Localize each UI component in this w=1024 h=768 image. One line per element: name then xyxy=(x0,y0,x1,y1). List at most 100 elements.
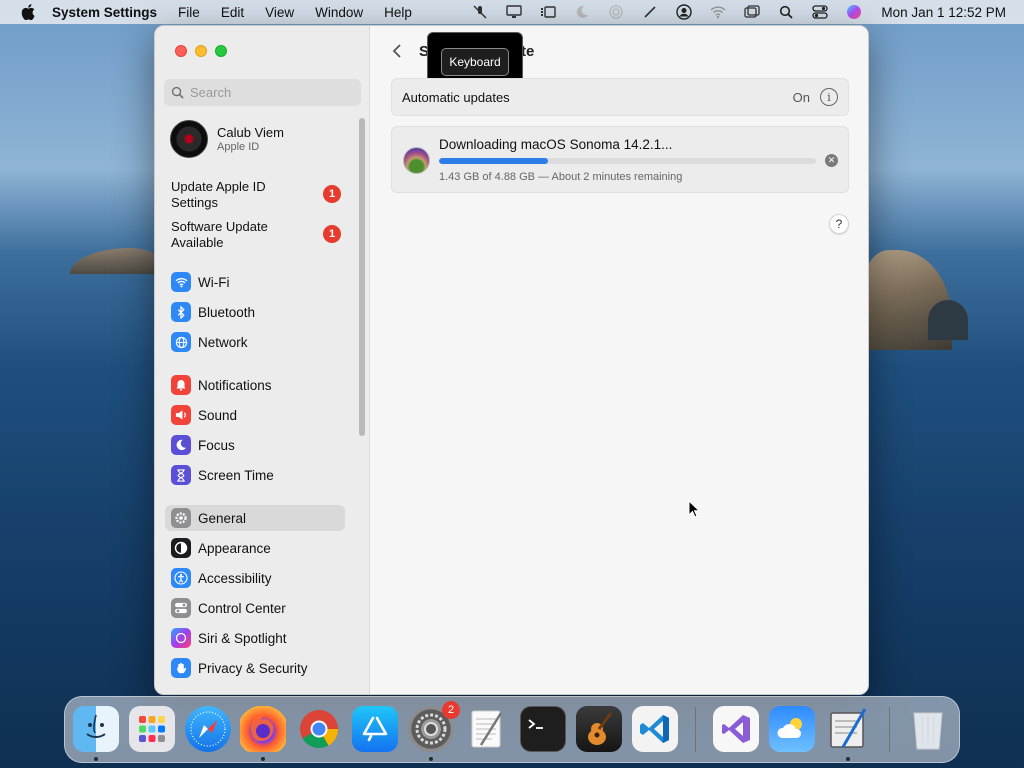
dock-vscode[interactable] xyxy=(632,706,678,752)
apple-menu-icon[interactable] xyxy=(18,0,38,24)
dock-weather[interactable] xyxy=(769,706,815,752)
script-editor-icon xyxy=(830,708,867,748)
dock-garageband[interactable] xyxy=(576,706,622,752)
running-indicator xyxy=(261,757,265,761)
globe-icon xyxy=(171,332,191,352)
sidebar-item-appearance[interactable]: Appearance xyxy=(165,535,345,561)
firefox-icon xyxy=(251,714,274,741)
display-icon[interactable] xyxy=(505,3,523,21)
focus-moon-icon[interactable] xyxy=(573,3,591,21)
sidebar-item-accessibility[interactable]: Accessibility xyxy=(165,565,345,591)
launchpad-icon xyxy=(139,716,165,742)
app-store-icon xyxy=(362,716,388,742)
alert-software-update[interactable]: Software Update Available 1 xyxy=(171,219,341,251)
minimize-window-button[interactable] xyxy=(195,45,207,57)
sidebar-item-label: Focus xyxy=(198,437,235,453)
menu-edit[interactable]: Edit xyxy=(221,5,244,20)
macos-sonoma-icon xyxy=(403,147,430,174)
dock-separator xyxy=(695,707,696,752)
notification-badge: 1 xyxy=(323,185,341,203)
hourglass-icon xyxy=(171,465,191,485)
sidebar-item-label: Siri & Spotlight xyxy=(198,630,287,646)
sidebar-item-label: Screen Time xyxy=(198,467,274,483)
cancel-download-button[interactable]: ✕ xyxy=(825,154,838,167)
running-indicator xyxy=(94,757,98,761)
dock-system-settings[interactable]: 2 xyxy=(408,701,460,752)
alert-update-apple-id[interactable]: Update Apple ID Settings 1 xyxy=(171,179,341,211)
back-button[interactable] xyxy=(391,44,405,58)
zoom-window-button[interactable] xyxy=(215,45,227,57)
weather-icon xyxy=(777,718,802,738)
apple-id-profile[interactable]: Calub Viem Apple ID xyxy=(170,120,284,158)
toggles-icon xyxy=(171,598,191,618)
search-input[interactable] xyxy=(190,85,350,100)
dock-firefox[interactable] xyxy=(240,706,286,752)
dock-chrome[interactable] xyxy=(296,706,342,752)
download-progress-bar xyxy=(439,158,816,164)
moon-icon xyxy=(171,435,191,455)
sidebar-item-control-center[interactable]: Control Center xyxy=(165,595,345,621)
download-status: 1.43 GB of 4.88 GB — About 2 minutes rem… xyxy=(439,171,683,183)
close-window-button[interactable] xyxy=(175,45,187,57)
download-progress-fill xyxy=(439,158,549,164)
bell-icon xyxy=(171,375,191,395)
dock-trash[interactable] xyxy=(905,706,951,752)
running-indicator xyxy=(846,757,850,761)
stage-manager-icon[interactable] xyxy=(539,3,557,21)
screen-mirroring-icon[interactable] xyxy=(743,3,761,21)
control-center-icon[interactable] xyxy=(811,3,829,21)
desktop-rock xyxy=(928,300,968,340)
dock-finder[interactable] xyxy=(73,706,119,752)
tooltip-label: Keyboard xyxy=(441,48,509,76)
dock-script-editor[interactable] xyxy=(825,706,871,752)
dock-terminal[interactable] xyxy=(520,706,566,752)
sidebar-item-label: Privacy & Security xyxy=(198,660,308,676)
sidebar-item-notifications[interactable]: Notifications xyxy=(165,372,345,398)
chrome-icon xyxy=(300,710,339,749)
garageband-icon xyxy=(588,712,613,745)
menu-file[interactable]: File xyxy=(178,5,200,20)
search-icon[interactable] xyxy=(777,3,795,21)
dock-textedit[interactable] xyxy=(464,706,510,752)
dock: 2 xyxy=(64,696,960,763)
pen-icon[interactable] xyxy=(641,3,659,21)
menu-view[interactable]: View xyxy=(265,5,294,20)
sidebar-item-sound[interactable]: Sound xyxy=(165,402,345,428)
mic-mute-icon[interactable] xyxy=(471,3,489,21)
dock-visual-studio[interactable] xyxy=(713,706,759,752)
menu-bar: System Settings File Edit View Window He… xyxy=(0,0,1024,24)
menu-clock[interactable]: Mon Jan 1 12:52 PM xyxy=(881,5,1006,20)
system-settings-window: Calub Viem Apple ID Update Apple ID Sett… xyxy=(154,25,869,695)
info-icon[interactable]: i xyxy=(820,88,838,106)
sidebar-scrollbar[interactable] xyxy=(359,118,365,436)
menu-app-name[interactable]: System Settings xyxy=(52,5,157,20)
menu-window[interactable]: Window xyxy=(315,5,363,20)
automatic-updates-row[interactable]: Automatic updates On i xyxy=(391,78,849,116)
user-icon[interactable] xyxy=(675,3,693,21)
sidebar-item-privacy-security[interactable]: Privacy & Security xyxy=(165,655,345,681)
sidebar-item-screen-time[interactable]: Screen Time xyxy=(165,462,345,488)
dock-safari[interactable] xyxy=(185,706,231,752)
dock-launchpad[interactable] xyxy=(129,706,175,752)
notification-badge: 1 xyxy=(323,225,341,243)
vscode-icon xyxy=(640,715,669,743)
hand-icon xyxy=(171,658,191,678)
sidebar-search[interactable] xyxy=(164,79,361,106)
sidebar-item-bluetooth[interactable]: Bluetooth xyxy=(165,299,345,325)
menu-help[interactable]: Help xyxy=(384,5,412,20)
sidebar-item-label: General xyxy=(198,510,247,526)
help-button[interactable]: ? xyxy=(829,214,849,234)
speaker-icon xyxy=(171,405,191,425)
profile-subtitle: Apple ID xyxy=(217,141,260,153)
airdrop-icon[interactable] xyxy=(607,3,625,21)
dock-app-store[interactable] xyxy=(352,706,398,752)
sidebar-item-siri-spotlight[interactable]: Siri & Spotlight xyxy=(165,625,345,651)
sidebar-item-wifi[interactable]: Wi-Fi xyxy=(165,269,345,295)
sidebar-item-general[interactable]: General xyxy=(165,505,345,531)
sidebar-item-focus[interactable]: Focus xyxy=(165,432,345,458)
wifi-icon[interactable] xyxy=(709,3,727,21)
sidebar-item-network[interactable]: Network xyxy=(165,329,345,355)
automatic-updates-value: On xyxy=(792,89,810,105)
siri-icon[interactable] xyxy=(845,3,863,21)
sidebar-item-label: Control Center xyxy=(198,600,286,616)
